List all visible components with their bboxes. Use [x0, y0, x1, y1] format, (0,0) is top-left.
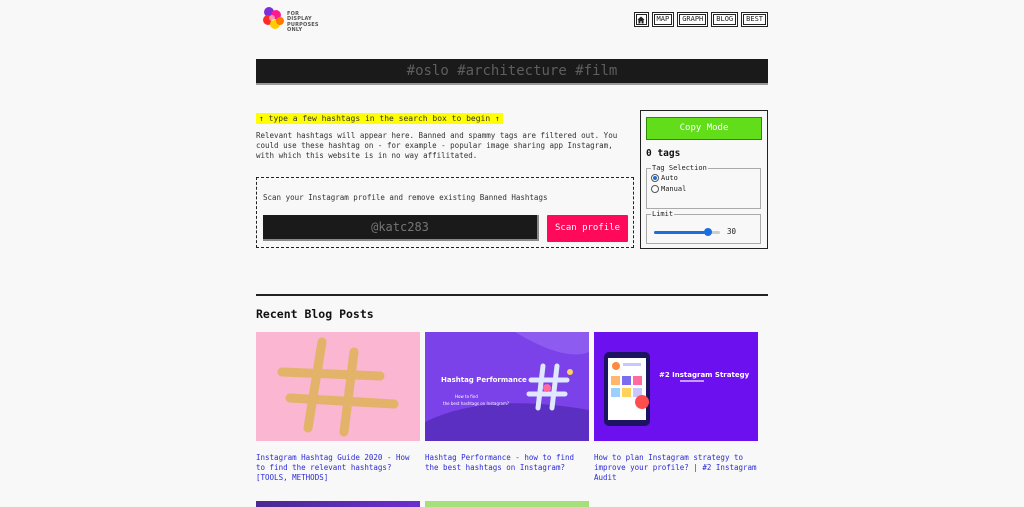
radio-manual-button[interactable] [651, 184, 659, 193]
blog-card-partial[interactable] [425, 501, 589, 507]
radio-auto-button[interactable] [651, 173, 659, 182]
hashtag-performance-illustration-icon [425, 332, 589, 441]
page: FOR DISPLAY PURPOSES ONLY MAP GRAPH BLOG… [256, 0, 768, 507]
home-icon [637, 16, 645, 23]
copy-mode-button[interactable]: Copy Mode [646, 117, 762, 140]
scan-label: Scan your Instagram profile and remove e… [263, 193, 548, 202]
blog-thumbnail-instagram-strategy[interactable]: #2 Instagram Strategy [594, 332, 758, 441]
thumb-title: Hashtag Performance [441, 376, 527, 384]
radio-auto[interactable]: Auto [651, 172, 760, 183]
thumb-subtitle-line: How to find [455, 394, 478, 399]
search-hint: ↑ type a few hashtags in the search box … [256, 113, 503, 124]
blog-card-partial[interactable] [256, 501, 420, 507]
limit-slider-fill [654, 231, 709, 234]
instagram-username-input[interactable] [263, 215, 539, 241]
thumb-subtitle-line: the best hashtags on Instagram? [443, 401, 510, 406]
logo-line: ONLY [287, 27, 303, 34]
nav-blog-button[interactable]: BLOG [711, 12, 739, 27]
phone-profile-illustration-icon [604, 352, 704, 426]
limit-slider-handle[interactable] [704, 228, 713, 236]
radio-auto-label: Auto [661, 173, 678, 182]
tag-selection-group: Tag Selection Auto Manual [646, 164, 761, 209]
limit-group: Limit 30 [646, 210, 761, 244]
nav-graph-button[interactable]: GRAPH [677, 12, 709, 27]
section-divider [256, 294, 768, 296]
blog-thumbnail-hashtag-performance[interactable]: Hashtag Performance How to find the best… [425, 332, 589, 441]
nav-best-button[interactable]: BEST [741, 12, 768, 27]
hashtag-search-input[interactable] [256, 59, 768, 85]
top-nav: MAP GRAPH BLOG BEST [633, 12, 768, 27]
scan-profile-button[interactable]: Scan profile [547, 215, 628, 242]
logo-text: FOR DISPLAY PURPOSES ONLY [287, 11, 319, 34]
site-logo[interactable]: FOR DISPLAY PURPOSES ONLY [261, 5, 321, 35]
blog-card[interactable]: Instagram Hashtag Guide 2020 - How to fi… [256, 332, 420, 483]
blog-thumbnail-hashtag-sticks[interactable] [256, 332, 420, 441]
blog-card[interactable]: Hashtag Performance How to find the best… [425, 332, 589, 473]
logo-flower-icon [263, 7, 284, 29]
radio-manual-label: Manual [661, 184, 687, 193]
intro-description: Relevant hashtags will appear here. Bann… [256, 131, 618, 160]
blog-post-link[interactable]: Instagram Hashtag Guide 2020 - How to fi… [256, 453, 420, 483]
scan-profile-box: Scan your Instagram profile and remove e… [256, 177, 634, 248]
blog-card[interactable]: #2 Instagram Strategy How to plan Instag… [594, 332, 758, 483]
limit-legend: Limit [652, 210, 674, 218]
limit-slider[interactable] [654, 228, 720, 236]
nav-home-button[interactable] [633, 12, 649, 27]
blog-post-link[interactable]: How to plan Instagram strategy to improv… [594, 453, 758, 483]
radio-manual[interactable]: Manual [651, 183, 760, 194]
thumb-title: #2 Instagram Strategy [659, 371, 750, 379]
blog-post-link[interactable]: Hashtag Performance - how to find the be… [425, 453, 589, 473]
tag-count: 0 tags [646, 148, 681, 159]
blog-section-title: Recent Blog Posts [256, 307, 374, 321]
tag-selection-legend: Tag Selection [652, 164, 707, 172]
limit-value: 30 [727, 227, 737, 236]
nav-map-button[interactable]: MAP [651, 12, 675, 27]
tag-options-panel: Copy Mode 0 tags Tag Selection Auto Manu… [640, 110, 768, 249]
hashtag-sticks-icon [277, 337, 399, 437]
